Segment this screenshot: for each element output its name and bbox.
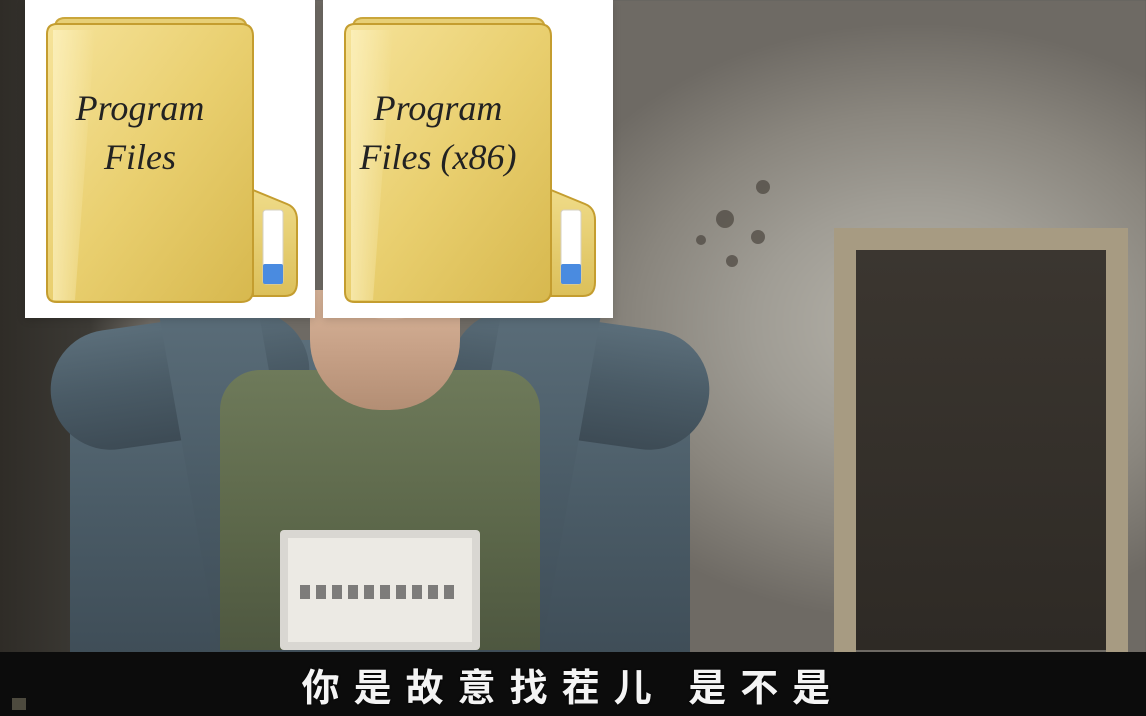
folder-program-files-x86: Program Files (x86) xyxy=(323,0,613,318)
corner-marker xyxy=(12,698,26,710)
background-wall-spots xyxy=(696,180,816,300)
folder-program-files: Program Files xyxy=(25,0,315,318)
folder-overlay-group: Program Files xyxy=(25,0,613,318)
tshirt-graphic xyxy=(280,530,480,650)
folder-icon xyxy=(333,10,603,308)
person-torso xyxy=(70,300,690,680)
subtitle-text: 你是故意找茬儿 是不是 xyxy=(302,657,845,712)
subtitle-bar: 你是故意找茬儿 是不是 xyxy=(0,652,1146,716)
folder-icon xyxy=(35,10,305,308)
background-doorway xyxy=(856,250,1106,650)
